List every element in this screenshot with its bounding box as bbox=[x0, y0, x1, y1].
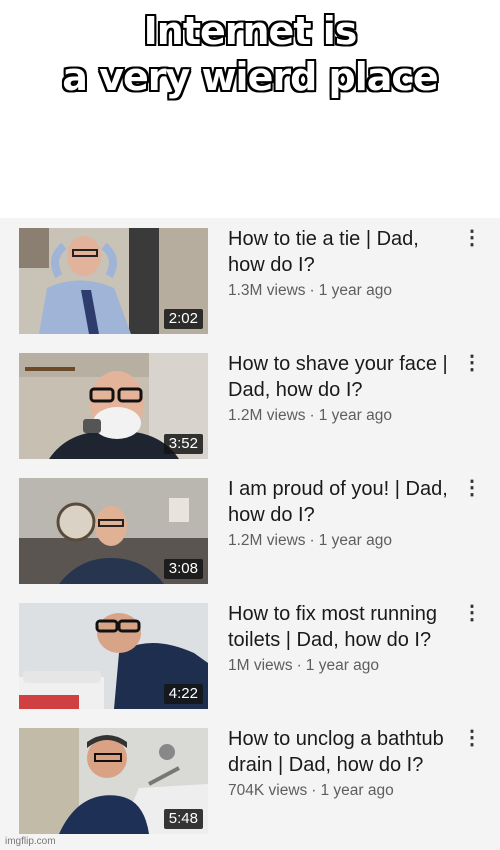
stats-separator: · bbox=[311, 782, 317, 799]
video-stats: 1M views · 1 year ago bbox=[228, 655, 456, 677]
video-item[interactable]: 3:52 How to shave your face | Dad, how d… bbox=[0, 343, 500, 459]
video-age: 1 year ago bbox=[320, 782, 394, 799]
video-age: 1 year ago bbox=[318, 407, 392, 424]
video-stats: 1.3M views · 1 year ago bbox=[228, 280, 456, 302]
video-duration: 3:52 bbox=[163, 434, 203, 454]
video-views: 1M views bbox=[228, 657, 293, 674]
stats-separator: · bbox=[309, 407, 315, 424]
video-thumbnail[interactable]: 4:22 bbox=[19, 603, 208, 709]
stats-separator: · bbox=[309, 282, 315, 299]
more-options-icon[interactable]: ⋮ bbox=[462, 728, 482, 750]
video-duration: 3:08 bbox=[163, 559, 203, 579]
video-item[interactable]: 4:22 How to fix most running toilets | D… bbox=[0, 593, 500, 709]
video-age: 1 year ago bbox=[318, 532, 392, 549]
video-thumbnail[interactable]: 3:08 bbox=[19, 478, 208, 584]
video-views: 1.3M views bbox=[228, 282, 306, 299]
stats-separator: · bbox=[296, 657, 302, 674]
video-stats: 1.2M views · 1 year ago bbox=[228, 530, 456, 552]
video-title[interactable]: How to tie a tie | Dad, how do I? bbox=[228, 226, 456, 278]
video-stats: 1.2M views · 1 year ago bbox=[228, 405, 456, 427]
video-duration: 5:48 bbox=[163, 809, 203, 829]
video-stats: 704K views · 1 year ago bbox=[228, 780, 456, 802]
video-views: 1.2M views bbox=[228, 532, 306, 549]
video-thumbnail[interactable]: 3:52 bbox=[19, 353, 208, 459]
video-thumbnail[interactable]: 2:02 bbox=[19, 228, 208, 334]
video-title[interactable]: How to fix most running toilets | Dad, h… bbox=[228, 601, 456, 653]
video-item[interactable]: 2:02 How to tie a tie | Dad, how do I? 1… bbox=[0, 218, 500, 334]
stats-separator: · bbox=[309, 532, 315, 549]
video-duration: 2:02 bbox=[163, 309, 203, 329]
video-thumbnail[interactable]: 5:48 bbox=[19, 728, 208, 834]
video-views: 1.2M views bbox=[228, 407, 306, 424]
more-options-icon[interactable]: ⋮ bbox=[462, 228, 482, 250]
video-duration: 4:22 bbox=[163, 684, 203, 704]
more-options-icon[interactable]: ⋮ bbox=[462, 478, 482, 500]
video-list: 2:02 How to tie a tie | Dad, how do I? 1… bbox=[0, 218, 500, 850]
more-options-icon[interactable]: ⋮ bbox=[462, 603, 482, 625]
video-title[interactable]: How to unclog a bathtub drain | Dad, how… bbox=[228, 726, 456, 778]
video-title[interactable]: I am proud of you! | Dad, how do I? bbox=[228, 476, 456, 528]
video-title[interactable]: How to shave your face | Dad, how do I? bbox=[228, 351, 456, 403]
video-item[interactable]: 5:48 How to unclog a bathtub drain | Dad… bbox=[0, 718, 500, 834]
more-options-icon[interactable]: ⋮ bbox=[462, 353, 482, 375]
video-age: 1 year ago bbox=[305, 657, 380, 674]
video-views: 704K views bbox=[228, 782, 308, 799]
video-age: 1 year ago bbox=[318, 282, 392, 299]
meme-caption: Internet is a very wierd place bbox=[0, 8, 500, 100]
caption-line-2: a very wierd place bbox=[62, 55, 438, 99]
caption-line-1: Internet is bbox=[143, 9, 358, 53]
video-item[interactable]: 3:08 I am proud of you! | Dad, how do I?… bbox=[0, 468, 500, 584]
watermark: imgflip.com bbox=[5, 836, 56, 847]
